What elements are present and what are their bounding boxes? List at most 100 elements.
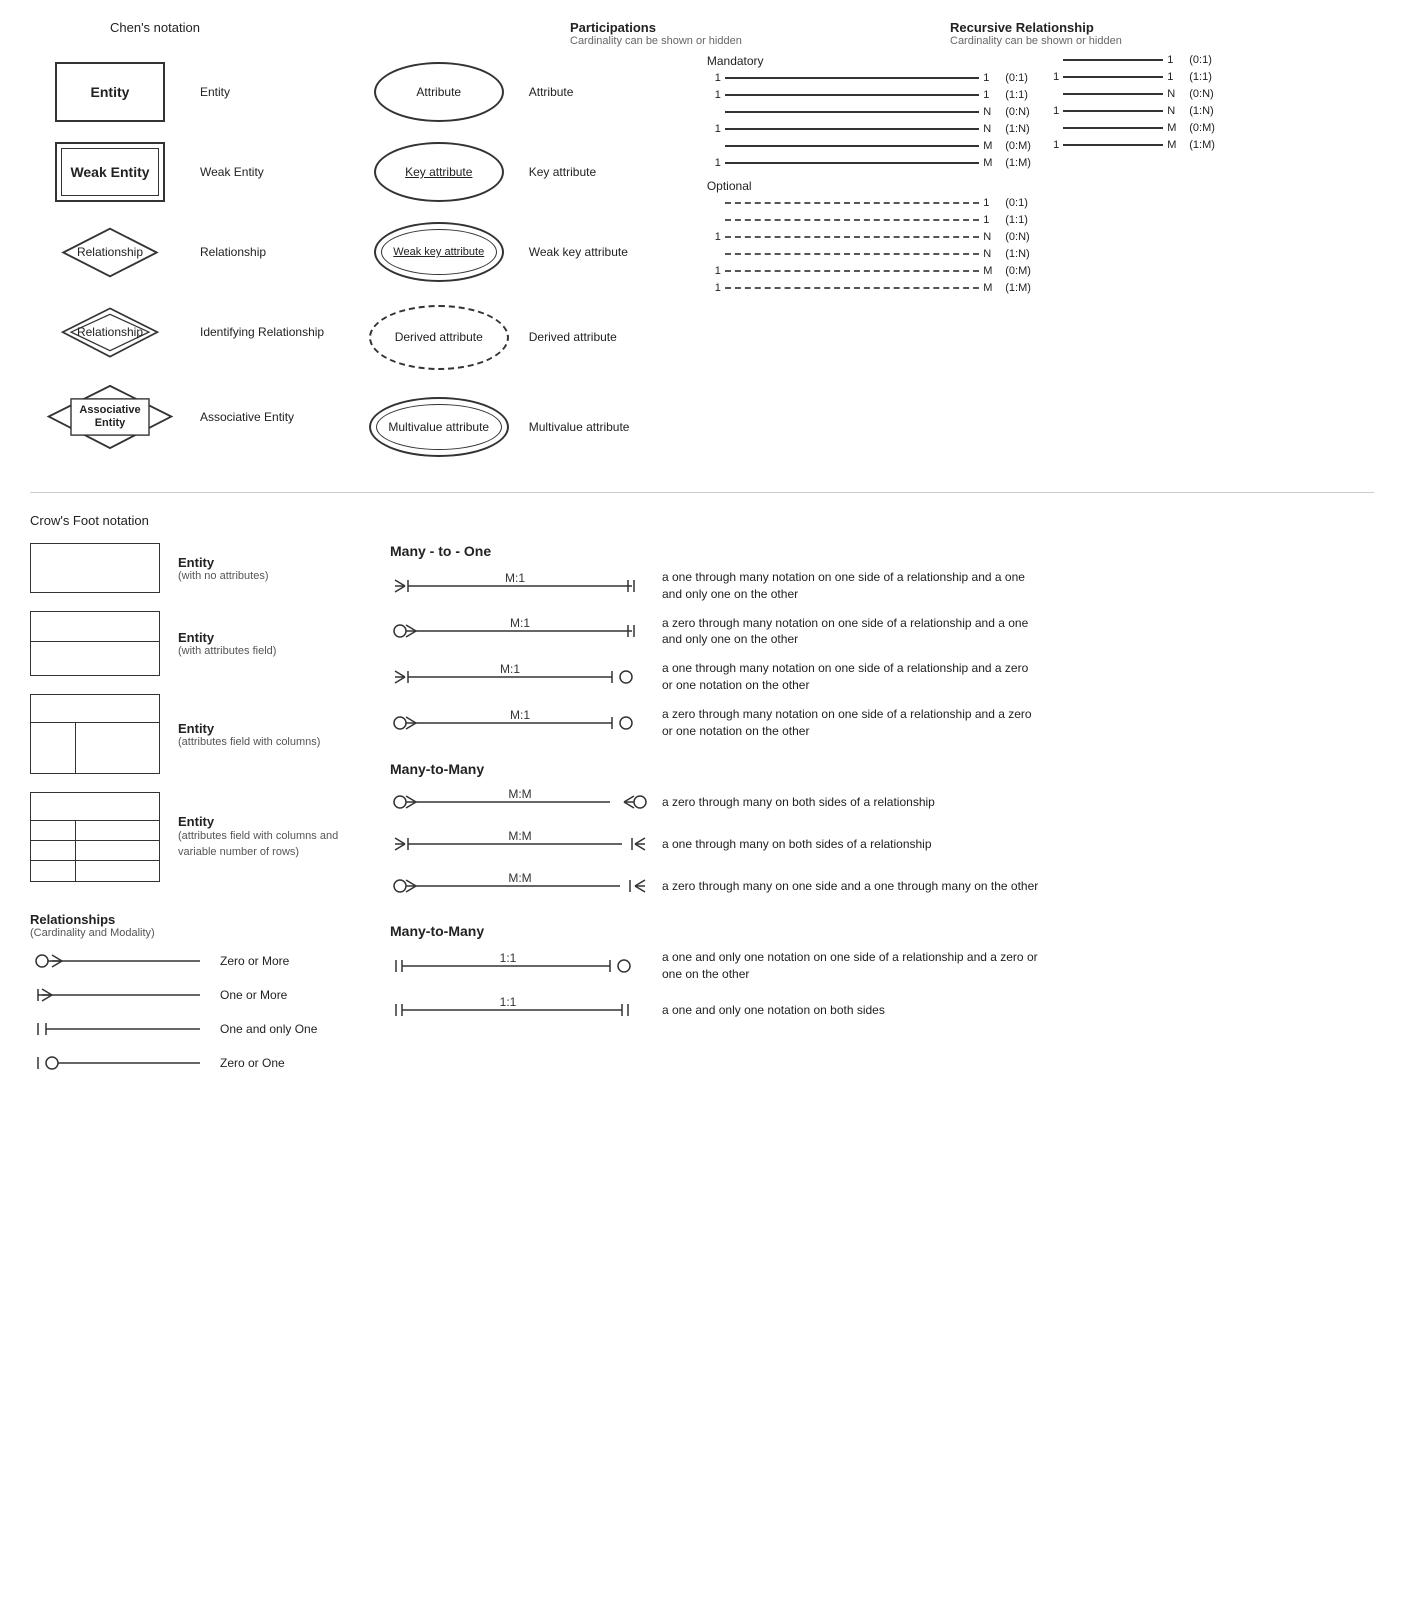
multivalue-ellipse-shape: Multivalue attribute (369, 397, 509, 457)
crow-zero-more-row: Zero or More (30, 949, 350, 973)
mtm-diagram-1: M:M (390, 787, 650, 817)
svg-text:M:1: M:1 (505, 571, 525, 585)
part-mandatory-row-6: 1 M (1:M) (707, 157, 1045, 169)
assoc-entity-shape: AssociativeEntity (45, 382, 175, 452)
one-one-desc-2: a one and only one notation on both side… (662, 1002, 885, 1019)
recursive-subtitle: Cardinality can be shown or hidden (950, 35, 1350, 47)
mto-desc-1: a one through many notation on one side … (662, 569, 1042, 603)
divider (30, 492, 1374, 493)
weak-entity-symbol: Weak Entity (30, 142, 190, 202)
mto-diagram-4: M:1 (390, 708, 650, 738)
part-mandatory-row-2: 1 1 (1:1) (707, 89, 1045, 101)
part-mandatory-row-5: M (0:M) (707, 140, 1045, 152)
relationships-subtitle: (Cardinality and Modality) (30, 927, 350, 939)
crow-entity-simple-shape (30, 543, 160, 593)
participations-title: Participations (570, 20, 940, 35)
mtm-diagram-2: M:M (390, 829, 650, 859)
identifying-label: Identifying Relationship (190, 325, 350, 339)
mtm-row-3: M:M a zero through many on one side and … (390, 871, 1374, 901)
rec-row-3: N (0:N) (1045, 88, 1374, 100)
chen-weak-key-attr-row: Weak key attribute Weak key attribute (359, 212, 707, 292)
recursive-column: 1 (0:1) 1 1 (1:1) N (0:N) 1 N (1:N) (1045, 52, 1374, 472)
key-attr-ellipse-shape: Key attribute (374, 142, 504, 202)
crow-right-col: Many - to - One M:1 (390, 543, 1374, 1085)
chen-relationship-row: Relationship Relationship (30, 212, 359, 292)
mtm-desc-1: a zero through many on both sides of a r… (662, 794, 935, 811)
entity-label: Entity (190, 85, 350, 99)
mto-row-2: M:1 a zero through many notation on one … (390, 615, 1374, 649)
mtm-diagram-3: M:M (390, 871, 650, 901)
part-mandatory-row-1: 1 1 (0:1) (707, 72, 1045, 84)
crow-entity-attr-label: Entity (with attributes field) (178, 630, 276, 657)
zero-one-label: Zero or One (220, 1056, 285, 1070)
weak-entity-box: Weak Entity (55, 142, 165, 202)
crow-zero-one-row: Zero or One (30, 1051, 350, 1075)
mtm-title: Many-to-Many (390, 761, 1374, 777)
mto-diagram-1: M:1 (390, 571, 650, 601)
zero-one-icon (30, 1051, 210, 1075)
svg-text:M:1: M:1 (500, 662, 520, 676)
part-mandatory-row-3: N (0:N) (707, 106, 1045, 118)
rec-row-2: 1 1 (1:1) (1045, 71, 1374, 83)
crow-entity-variable-label: Entity (attributes field with columns an… (178, 814, 338, 860)
associative-symbol: AssociativeEntity (30, 382, 190, 452)
one-only-icon (30, 1017, 210, 1041)
weak-key-attr-label: Weak key attribute (519, 245, 679, 259)
one-one-diagram-1: 1:1 (390, 951, 650, 981)
weak-entity-label: Weak Entity (190, 165, 350, 179)
relationships-title: Relationships (30, 912, 350, 927)
weak-key-ellipse-shape: Weak key attribute (374, 222, 504, 282)
rec-row-5: M (0:M) (1045, 122, 1374, 134)
chen-derived-attr-row: Derived attribute Derived attribute (359, 292, 707, 382)
weak-key-attr-symbol: Weak key attribute (359, 222, 519, 282)
svg-text:M:M: M:M (508, 787, 531, 801)
chens-notation-title: Chen's notation (110, 20, 200, 35)
mto-row-1: M:1 a one through many notation on one s… (390, 569, 1374, 603)
one-one-desc-1: a one and only one notation on one side … (662, 949, 1042, 983)
crow-entity-simple-row: Entity (with no attributes) (30, 543, 350, 593)
participations-subtitle: Cardinality can be shown or hidden (570, 35, 940, 47)
crow-entity-simple-label: Entity (with no attributes) (178, 555, 268, 582)
optional-label: Optional (707, 179, 1045, 193)
double-diamond-shape: Relationship (55, 305, 165, 360)
svg-text:M:M: M:M (508, 871, 531, 885)
crow-entity-cols-shape (30, 694, 160, 774)
mto-desc-2: a zero through many notation on one side… (662, 615, 1042, 649)
chen-attr-row: Attribute Attribute (359, 52, 707, 132)
key-attr-symbol: Key attribute (359, 142, 519, 202)
relationship-symbol: Relationship (30, 225, 190, 280)
part-optional-row-1: 1 (0:1) (707, 197, 1045, 209)
mto-diagram-2: M:1 (390, 616, 650, 646)
relationship-label: Relationship (190, 245, 350, 259)
derived-ellipse-shape: Derived attribute (369, 305, 509, 370)
svg-text:1:1: 1:1 (500, 995, 517, 1009)
crow-left-col: Entity (with no attributes) Entity (with… (30, 543, 350, 1085)
part-optional-row-3: 1 N (0:N) (707, 231, 1045, 243)
part-mandatory-row-4: 1 N (1:N) (707, 123, 1045, 135)
part-optional-row-4: N (1:N) (707, 248, 1045, 260)
chen-entities-column: Entity Entity Weak Entity Weak Entity (30, 52, 359, 472)
crows-foot-section: Crow's Foot notation Entity (with no att… (30, 513, 1374, 1085)
crow-entity-variable-row: Entity (attributes field with columns an… (30, 792, 350, 882)
identifying-symbol: Relationship (30, 305, 190, 360)
crow-entity-attr-row: Entity (with attributes field) (30, 611, 350, 676)
part-optional-row-5: 1 M (0:M) (707, 265, 1045, 277)
part-optional-row-6: 1 M (1:M) (707, 282, 1045, 294)
recursive-title: Recursive Relationship (950, 20, 1350, 35)
rec-row-6: 1 M (1:M) (1045, 139, 1374, 151)
participations-column: Mandatory 1 1 (0:1) 1 1 (1:1) N (0:N) (707, 52, 1045, 472)
attr-symbol: Attribute (359, 62, 519, 122)
chen-entity-row: Entity Entity (30, 52, 359, 132)
page: Chen's notation Participations Cardinali… (0, 0, 1404, 1105)
zero-more-label: Zero or More (220, 954, 289, 968)
crow-entity-attr-shape (30, 611, 160, 676)
chen-multivalue-attr-row: Multivalue attribute Multivalue attribut… (359, 382, 707, 472)
diamond-shape: Relationship (55, 225, 165, 280)
crow-entity-cols-label: Entity (attributes field with columns) (178, 721, 320, 748)
zero-more-icon (30, 949, 210, 973)
mto-row-4: M:1 a zero through many notation on one … (390, 706, 1374, 740)
one-more-icon (30, 983, 210, 1007)
mtm-row-2: M:M a one through many on both sides of … (390, 829, 1374, 859)
derived-attr-symbol: Derived attribute (359, 305, 519, 370)
svg-text:1:1: 1:1 (500, 951, 517, 965)
